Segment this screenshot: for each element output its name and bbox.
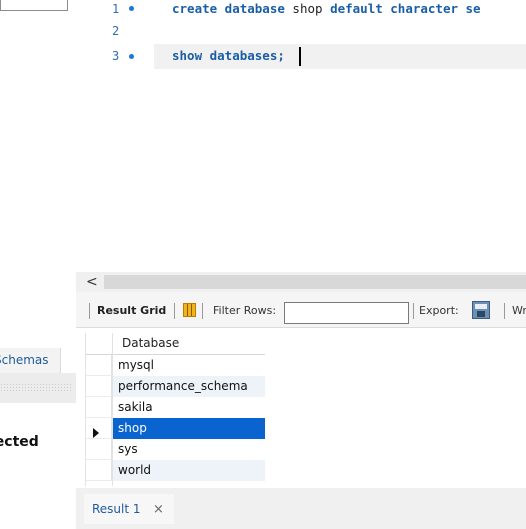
row-header[interactable]	[85, 460, 112, 481]
no-object-selected-text: lected	[0, 434, 39, 450]
tab-schemas[interactable]: Schemas	[0, 348, 61, 373]
breakpoint-dot-icon	[129, 6, 134, 11]
schema-filter-field[interactable]	[0, 0, 68, 11]
table-cell: performance_schema	[118, 379, 248, 393]
table-cell: sakila	[118, 400, 153, 414]
grid-header-divider	[112, 333, 113, 355]
scroll-left-arrow-icon[interactable]: <	[86, 272, 102, 292]
table-row[interactable]: world	[112, 460, 265, 481]
breakpoint-dot-icon	[129, 54, 134, 59]
filter-rows-label: Filter Rows:	[213, 304, 277, 317]
close-icon[interactable]: ×	[153, 502, 164, 517]
toolbar-separator	[89, 303, 90, 319]
toolbar-separator	[413, 303, 414, 319]
export-icon[interactable]	[472, 301, 490, 319]
code-line-3[interactable]: show databases;	[172, 48, 285, 63]
table-row[interactable]: performance_schema	[112, 376, 265, 397]
line-number: 2	[112, 24, 120, 38]
editor-gutter	[76, 0, 154, 272]
column-header-database[interactable]: Database	[122, 336, 179, 350]
table-cell: sys	[118, 442, 138, 456]
grid-border	[85, 333, 86, 486]
table-row[interactable]: sakila	[112, 397, 265, 418]
left-panel-bottom	[0, 488, 76, 529]
code-keywords-rest: default character se	[330, 1, 481, 16]
text-caret	[299, 47, 301, 66]
result-grid-button[interactable]: Result Grid	[97, 303, 166, 319]
export-label: Export:	[419, 304, 459, 317]
scrollbar-thumb[interactable]	[104, 275, 526, 289]
table-row[interactable]: mysql	[112, 355, 265, 376]
row-header[interactable]	[85, 376, 112, 397]
tab-schemas-label: Schemas	[0, 353, 49, 367]
wrap-cell-content-label[interactable]: Wr	[512, 303, 526, 319]
toolbar-separator	[174, 303, 175, 319]
filter-rows-input[interactable]	[284, 302, 409, 324]
code-keywords: create database	[172, 1, 285, 16]
grid-column-divider	[112, 355, 113, 486]
row-header[interactable]	[85, 397, 112, 418]
table-cell: world	[118, 463, 152, 477]
grid-toggle-icon[interactable]	[183, 303, 196, 317]
tab-result-1-label: Result 1	[92, 502, 141, 516]
line-number: 1	[112, 2, 120, 16]
row-header[interactable]	[85, 355, 112, 376]
row-pointer-icon	[93, 428, 99, 438]
line-number: 3	[112, 49, 120, 63]
row-header[interactable]	[85, 439, 112, 460]
table-row-selected[interactable]: shop	[112, 418, 265, 439]
toolbar-separator	[202, 303, 203, 319]
table-cell: mysql	[118, 358, 154, 372]
code-identifier: shop	[292, 1, 323, 16]
code-line-1[interactable]: create database shop default character s…	[172, 1, 481, 16]
table-row[interactable]: sys	[112, 439, 265, 460]
table-cell: shop	[118, 421, 147, 435]
code-keywords: show databases;	[172, 48, 285, 63]
splitter-grip[interactable]	[0, 383, 72, 393]
toolbar-separator	[504, 303, 505, 319]
